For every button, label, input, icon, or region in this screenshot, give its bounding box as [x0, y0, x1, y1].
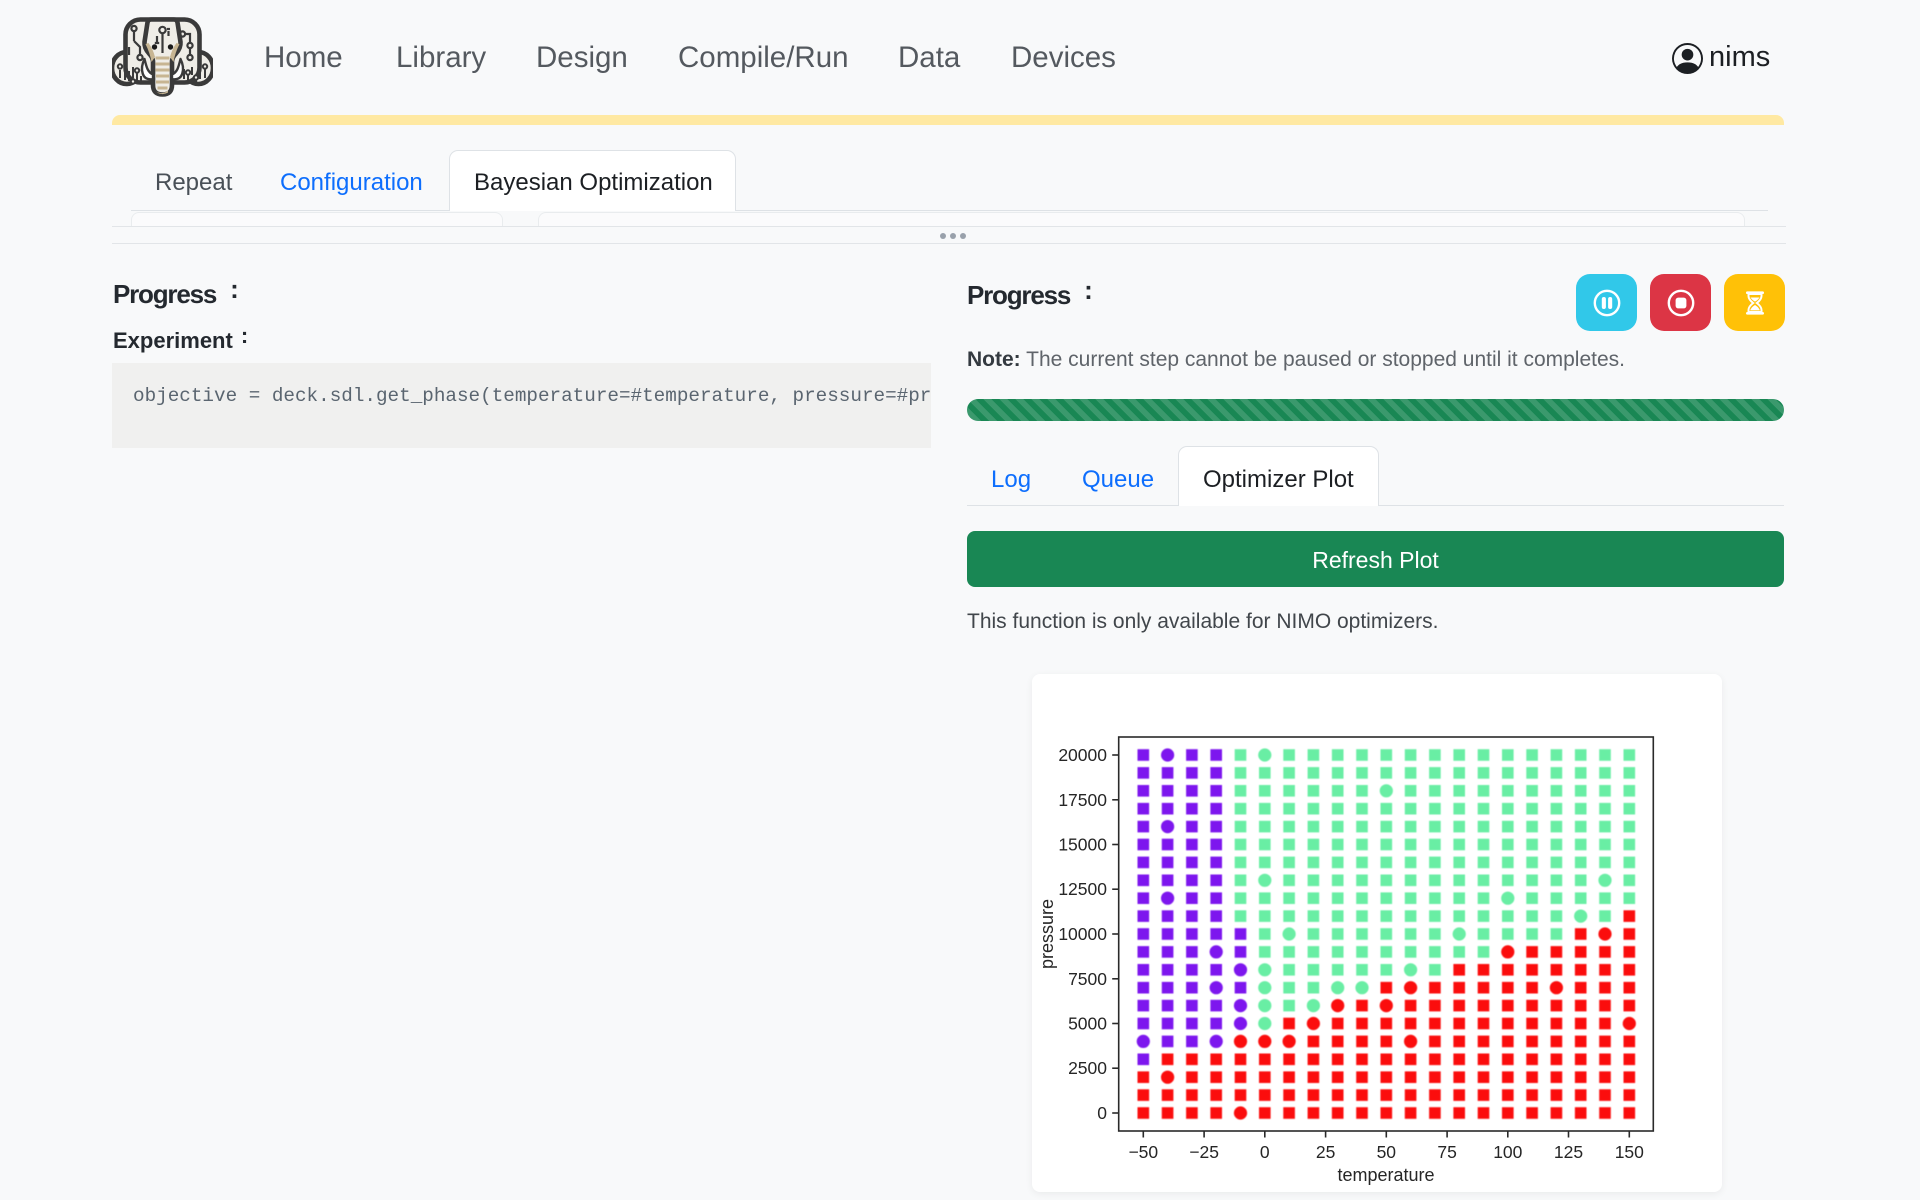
svg-text:17500: 17500	[1058, 790, 1107, 810]
svg-text:12500: 12500	[1058, 879, 1107, 899]
svg-text:5000: 5000	[1068, 1014, 1107, 1034]
svg-text:10000: 10000	[1058, 924, 1107, 944]
svg-text:100: 100	[1493, 1142, 1522, 1162]
svg-text:150: 150	[1615, 1142, 1644, 1162]
svg-text:pressure: pressure	[1037, 899, 1057, 969]
svg-text:125: 125	[1554, 1142, 1583, 1162]
svg-text:−25: −25	[1189, 1142, 1219, 1162]
svg-text:25: 25	[1316, 1142, 1335, 1162]
svg-text:15000: 15000	[1058, 835, 1107, 855]
svg-text:temperature: temperature	[1337, 1165, 1434, 1185]
svg-text:7500: 7500	[1068, 969, 1107, 989]
svg-text:2500: 2500	[1068, 1058, 1107, 1078]
svg-text:75: 75	[1437, 1142, 1456, 1162]
svg-text:−50: −50	[1128, 1142, 1158, 1162]
svg-text:0: 0	[1097, 1103, 1107, 1123]
svg-text:0: 0	[1260, 1142, 1270, 1162]
svg-text:50: 50	[1377, 1142, 1397, 1162]
svg-text:20000: 20000	[1058, 745, 1107, 765]
